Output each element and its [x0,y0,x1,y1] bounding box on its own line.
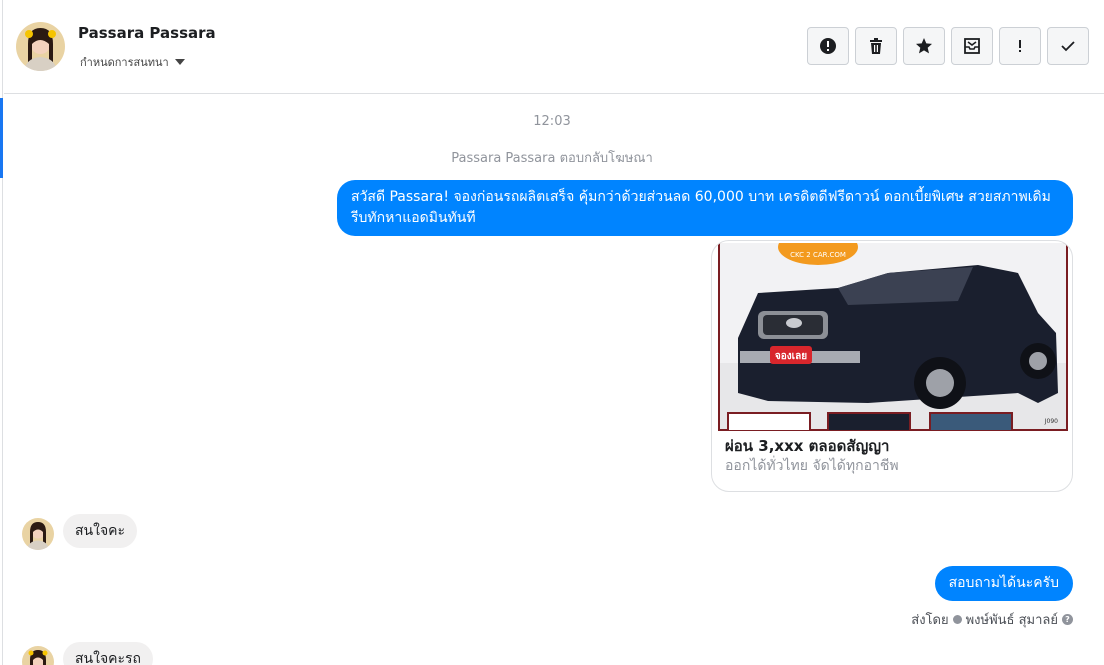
ad-image: CKC 2 CAR.COM จองเลย J090 [718,243,1068,431]
ad-logo-text: CKC 2 CAR.COM [790,251,846,259]
header-actions [807,27,1089,65]
outgoing-message[interactable]: สวัสดี Passara! จองก่อนรถผลิตเสร็จ คุ้มก… [337,180,1073,236]
contact-avatar[interactable] [16,22,65,71]
delete-button[interactable] [855,27,897,65]
sent-by-name[interactable]: พงษ์พันธ์ สุมาลย์ [966,609,1058,630]
mark-important-button[interactable] [999,27,1041,65]
ad-card-subtitle: ออกได้ทั่วไทย จัดได้ทุกอาชีพ [725,458,899,474]
conversation-header: Passara Passara กำหนดการสนทนา [4,0,1104,94]
trash-icon [870,38,882,54]
archive-button[interactable] [951,27,993,65]
mark-done-button[interactable] [1047,27,1089,65]
caret-down-icon [174,59,185,65]
contact-avatar-small[interactable] [22,646,54,665]
star-icon [916,38,932,54]
contact-avatar-small[interactable] [22,518,54,550]
star-button[interactable] [903,27,945,65]
alert-circle-icon [820,38,836,54]
sent-by-prefix: ส่งโดย [911,613,949,628]
archive-inbox-icon [964,38,980,54]
ad-card[interactable]: CKC 2 CAR.COM จองเลย J090 ผ่อน 3,xxx ตลอ… [711,240,1073,492]
report-button[interactable] [807,27,849,65]
ad-reply-note: Passara Passara ตอบกลับโฆษณา [451,151,653,166]
ad-code-text: J090 [1044,418,1058,425]
checkmark-icon [1061,41,1075,52]
exclamation-icon [1019,40,1021,52]
sent-by-info: ส่งโดย พงษ์พันธ์ สุมาลย์ ? [911,609,1073,630]
incoming-message[interactable]: สนใจคะรถ [63,642,154,665]
verified-dot-icon [952,615,962,624]
assign-conversation-label: กำหนดการสนทนา [80,56,169,69]
ad-badge-text: จองเลย [775,351,807,362]
contact-name[interactable]: Passara Passara [78,24,216,42]
help-icon[interactable]: ? [1062,614,1073,625]
outgoing-message[interactable]: สอบถามได้นะครับ [934,566,1073,601]
message-timestamp: 12:03 [533,114,571,129]
incoming-message[interactable]: สนใจคะ [63,514,138,548]
assign-conversation-dropdown[interactable]: กำหนดการสนทนา [80,53,185,71]
